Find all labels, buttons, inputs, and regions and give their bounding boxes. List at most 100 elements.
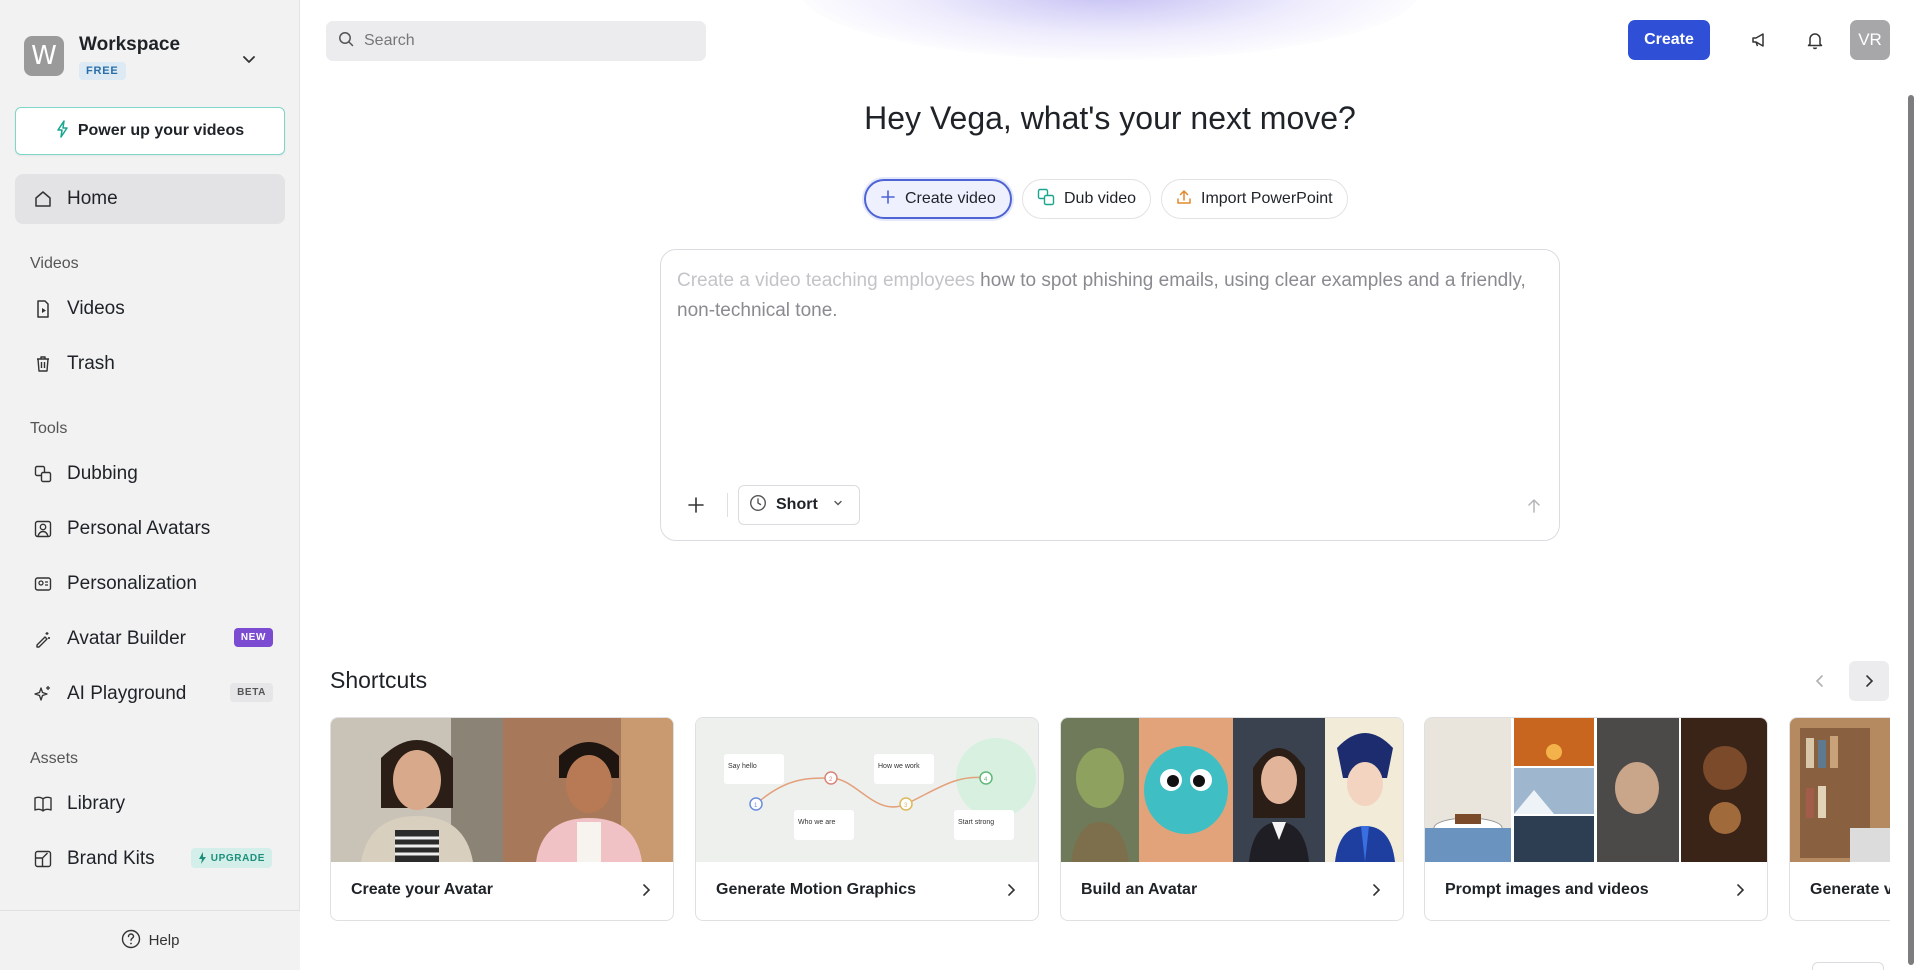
sidebar: W Workspace FREE Power up your videos Ho…: [0, 0, 300, 970]
sidebar-item-label: Avatar Builder: [67, 628, 186, 649]
search-icon: [338, 31, 354, 52]
trash-icon: [33, 354, 53, 374]
sparkle-icon: [33, 684, 53, 704]
sidebar-item-label: Home: [67, 188, 118, 209]
chevron-left-icon: [1815, 675, 1823, 687]
announcement-icon[interactable]: [1742, 22, 1778, 58]
card-thumbnail: Say hello How we work Who we are Start s…: [696, 718, 1038, 862]
create-button[interactable]: Create: [1628, 20, 1710, 60]
chevron-right-icon: [1866, 675, 1874, 687]
shortcut-card-generate-videos[interactable]: Generate videos: [1789, 717, 1890, 921]
sidebar-item-avatar-builder[interactable]: Avatar Builder NEW: [15, 614, 285, 664]
help-label: Help: [148, 932, 180, 949]
arrow-up-icon: [1528, 499, 1540, 513]
beta-badge: BETA: [230, 683, 273, 702]
shortcuts-carousel: Create your Avatar Say hello How we work…: [330, 717, 1890, 921]
chevron-right-icon: [1369, 883, 1383, 902]
section-title-shortcuts: Shortcuts: [330, 667, 428, 693]
carousel-prev-button[interactable]: [1800, 661, 1840, 701]
magic-pencil-icon: [33, 629, 53, 649]
workspace-logo: W: [24, 36, 64, 76]
prompt-faded-text: Create a video teaching employees: [677, 270, 975, 291]
avatar-portrait-icon: [33, 519, 53, 539]
motion-step-label: Say hello: [728, 763, 757, 770]
carousel-next-button[interactable]: [1849, 661, 1889, 701]
card-thumbnail: [1790, 718, 1890, 862]
upgrade-badge[interactable]: UPGRADE: [190, 848, 272, 868]
card-thumbnail: [1425, 718, 1767, 862]
chevron-down-icon[interactable]: [234, 44, 264, 74]
card-label: Create your Avatar: [351, 881, 493, 898]
sidebar-item-label: AI Playground: [67, 683, 187, 704]
search-bar[interactable]: [326, 21, 706, 61]
sidebar-item-ai-playground[interactable]: AI Playground BETA: [15, 669, 285, 719]
new-badge: NEW: [233, 628, 273, 647]
sidebar-item-label: Personal Avatars: [67, 518, 211, 539]
sidebar-item-brand-kits[interactable]: Brand Kits UPGRADE: [15, 834, 285, 884]
add-attachment-button[interactable]: [681, 490, 711, 520]
brand-kit-icon: [33, 849, 53, 869]
dubbing-icon: [1037, 188, 1064, 211]
length-select[interactable]: Short: [738, 485, 860, 525]
sidebar-item-label: Trash: [67, 353, 115, 374]
help-icon: [121, 929, 149, 953]
tab-label: Dub video: [1064, 190, 1137, 207]
chevron-right-icon: [1004, 883, 1018, 902]
sidebar-item-dubbing[interactable]: Dubbing: [15, 449, 285, 499]
user-avatar[interactable]: VR: [1850, 20, 1890, 60]
card-label: Build an Avatar: [1081, 881, 1198, 898]
tab-label: Import PowerPoint: [1201, 190, 1333, 207]
chevron-down-icon: [832, 496, 844, 514]
search-input[interactable]: [364, 32, 684, 50]
tab-create-video[interactable]: Create video: [864, 179, 1012, 219]
length-value: Short: [776, 496, 818, 513]
shortcut-card-create-avatar[interactable]: Create your Avatar: [330, 717, 674, 921]
card-label: Prompt images and videos: [1445, 881, 1649, 898]
divider: [727, 493, 728, 517]
prompt-text[interactable]: Create a video teaching employees how to…: [677, 266, 1547, 326]
upgrade-label: UPGRADE: [210, 852, 265, 864]
tab-dub-video[interactable]: Dub video: [1022, 179, 1152, 219]
plus-icon: [688, 497, 704, 513]
sidebar-item-label: Library: [67, 793, 126, 814]
sidebar-item-label: Videos: [67, 298, 125, 319]
card-thumbnail: [331, 718, 673, 862]
power-up-button[interactable]: Power up your videos: [15, 107, 285, 155]
tab-import-powerpoint[interactable]: Import PowerPoint: [1161, 179, 1348, 219]
motion-step-label: Start strong: [958, 819, 994, 826]
page-title: Hey Vega, what's your next move?: [864, 100, 1356, 136]
help-button[interactable]: Help: [0, 910, 300, 970]
shortcut-card-build-avatar[interactable]: Build an Avatar: [1060, 717, 1404, 921]
sidebar-item-label: Dubbing: [67, 463, 138, 484]
sidebar-item-home[interactable]: Home: [15, 174, 285, 224]
card-label: Generate videos: [1810, 881, 1890, 898]
sidebar-item-label: Brand Kits: [67, 848, 155, 869]
shortcut-card-prompt-images[interactable]: Prompt images and videos: [1424, 717, 1768, 921]
sidebar-item-library[interactable]: Library: [15, 779, 285, 829]
card-label: Generate Motion Graphics: [716, 881, 917, 898]
card-thumbnail: [1061, 718, 1403, 862]
section-label-videos: Videos: [30, 255, 79, 272]
personalization-icon: [33, 574, 53, 594]
sidebar-item-personalization[interactable]: Personalization: [15, 559, 285, 609]
send-button[interactable]: [1521, 493, 1547, 519]
chevron-right-icon: [639, 883, 653, 902]
sidebar-item-label: Personalization: [67, 573, 197, 594]
chevron-right-icon: [1733, 883, 1747, 902]
bell-icon[interactable]: [1797, 22, 1833, 58]
workspace-name: Workspace: [79, 34, 181, 55]
clock-icon: [749, 494, 767, 517]
next-section-peek: [1812, 962, 1884, 970]
sidebar-item-videos[interactable]: Videos: [15, 284, 285, 334]
book-icon: [33, 794, 53, 814]
workspace-switcher[interactable]: W Workspace FREE: [24, 34, 284, 84]
motion-step-label: How we work: [878, 763, 920, 770]
plus-icon: [880, 189, 905, 210]
shortcut-card-motion-graphics[interactable]: Say hello How we work Who we are Start s…: [695, 717, 1039, 921]
prompt-editor[interactable]: Create a video teaching employees how to…: [660, 249, 1560, 541]
sidebar-item-trash[interactable]: Trash: [15, 339, 285, 389]
tab-label: Create video: [905, 190, 996, 207]
page-scrollbar[interactable]: [1908, 95, 1914, 965]
sidebar-item-personal-avatars[interactable]: Personal Avatars: [15, 504, 285, 554]
section-label-assets: Assets: [30, 750, 79, 767]
